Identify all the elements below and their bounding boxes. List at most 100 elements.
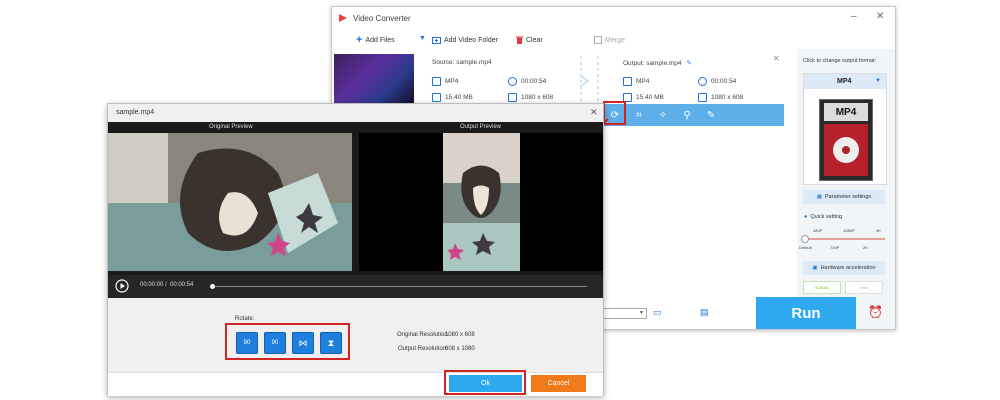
add-files-label: Add Files — [365, 36, 395, 44]
seek-handle[interactable] — [210, 284, 215, 289]
quality-top-4k: 4K — [876, 228, 881, 233]
output-folder-dropdown-icon: ▼ — [639, 310, 644, 316]
dropdown-arrow-icon[interactable]: ▼ — [419, 35, 426, 42]
nvidia-label: NVIDIA — [815, 285, 829, 290]
subtitle-tool-icon[interactable]: ✎ — [704, 108, 718, 122]
change-format-label: Click to change output format: — [803, 58, 877, 64]
output-duration-value: 00:00:54 — [711, 78, 737, 86]
ok-button-highlight — [444, 370, 526, 395]
parameter-settings-button[interactable]: ▦ Parameter settings — [803, 190, 885, 204]
quick-setting-label: Quick setting — [810, 214, 843, 220]
output-folder-dropdown[interactable]: ▼ — [603, 308, 647, 319]
watermark-tool-icon[interactable]: ⚲ — [680, 108, 694, 122]
film-reel-icon — [824, 124, 868, 176]
clock-icon — [698, 77, 707, 86]
player-controls: 00:00:00 / 00:00:54 — [108, 275, 603, 298]
quality-bottom-default: Default — [799, 245, 812, 250]
video-thumbnail — [334, 54, 414, 105]
clear-button[interactable]: Clear — [516, 36, 543, 44]
output-duration: 00:00:54 — [698, 77, 736, 86]
plus-icon: + — [356, 34, 363, 46]
source-resolution: 1080 x 608 — [508, 93, 553, 102]
chip-icon: ▣ — [812, 265, 818, 271]
source-format: MP4 — [432, 77, 458, 86]
output-size-value: 15.40 MB — [636, 94, 664, 102]
toolbar: + Add Files ▼ Add Video Folder Clear Mer… — [332, 31, 791, 49]
minimize-icon[interactable]: – — [851, 11, 857, 22]
source-size: 15.40 MB — [432, 93, 473, 102]
dialog-footer — [108, 372, 603, 396]
title-bar: Video Converter — [332, 7, 895, 29]
add-files-button[interactable]: + Add Files — [356, 34, 395, 46]
hardware-acceleration-button[interactable]: ▣ Hardware acceleration — [803, 261, 885, 275]
app-logo-icon — [339, 14, 347, 22]
folder-plus-icon — [432, 37, 441, 44]
format-dropdown-icon[interactable]: ▼ — [875, 78, 881, 84]
window-title: Video Converter — [353, 13, 411, 23]
edit-pencil-icon[interactable]: ✎ — [686, 60, 691, 67]
effects-tool-icon[interactable]: ✧ — [656, 108, 670, 122]
time-separator: / — [165, 282, 167, 288]
add-video-folder-button[interactable]: Add Video Folder — [432, 36, 498, 44]
mp4-tile-text: MP4 — [824, 103, 868, 121]
quality-top-1080p: 1080P — [843, 228, 855, 233]
output-preview-label: Output Preview — [460, 124, 502, 130]
format-icon — [623, 77, 632, 86]
file-size-icon — [432, 93, 441, 102]
hardware-acceleration-label: Hardware acceleration — [820, 265, 876, 271]
source-format-value: MP4 — [445, 78, 459, 86]
output-preview-panel — [359, 133, 603, 271]
dialog-title: sample.mp4 — [116, 109, 155, 116]
output-format: MP4 — [623, 77, 649, 86]
preview-area: Original Preview Output Preview 00:00:00… — [108, 122, 603, 298]
dialog-close-icon[interactable]: ✕ — [590, 107, 598, 118]
cancel-label: Cancel — [547, 380, 570, 387]
clock-icon — [508, 77, 517, 86]
time-total: 00:00:54 — [170, 282, 194, 288]
rotate-label: Rotate: — [235, 316, 255, 322]
output-folder-icon[interactable]: ▤ — [700, 307, 709, 318]
rotate-buttons-highlight — [225, 323, 350, 360]
merge-button[interactable]: Merge — [594, 36, 625, 44]
alarm-clock-icon[interactable]: ⏰ — [868, 305, 883, 319]
intel-badge[interactable]: Intel — [845, 281, 883, 294]
play-icon[interactable] — [115, 279, 129, 293]
source-duration-value: 00:00:54 — [521, 78, 547, 86]
output-resolution-value: 608 x 1080 — [445, 346, 475, 352]
seek-bar[interactable] — [212, 286, 587, 287]
format-icon — [432, 77, 441, 86]
convert-arrow-icon — [580, 56, 599, 106]
trash-icon — [516, 36, 523, 44]
rotate-dialog: sample.mp4 ✕ Original Preview Output Pre… — [107, 103, 604, 396]
original-preview-label: Original Preview — [209, 124, 253, 130]
original-resolution-value: 1080 x 608 — [445, 332, 475, 338]
run-button[interactable]: Run — [756, 297, 856, 329]
output-label-row: Output: sample.mp4 ✎ — [623, 59, 692, 67]
output-resolution-label: Output Resolution: — [398, 346, 448, 352]
quality-slider[interactable] — [803, 238, 885, 240]
add-video-folder-label: Add Video Folder — [444, 36, 498, 44]
quality-bottom-720p: 720P — [830, 245, 840, 250]
nvidia-badge[interactable]: NVIDIA — [803, 281, 841, 294]
format-selector[interactable]: MP4 ▼ MP4 — [803, 73, 887, 185]
remove-file-icon[interactable]: ✕ — [773, 54, 780, 63]
original-preview-video — [108, 133, 352, 271]
quality-slider-handle[interactable] — [801, 235, 809, 243]
close-icon[interactable]: ✕ — [876, 11, 884, 22]
clear-label: Clear — [526, 36, 543, 44]
output-resolution-value: 1080 x 608 — [711, 94, 744, 102]
quality-bottom-2k: 2K — [863, 245, 868, 250]
crop-tool-icon[interactable]: ⌗ — [632, 108, 646, 122]
resolution-icon — [508, 93, 517, 102]
file-row[interactable]: Source: sample.mp4 MP4 00:00:54 15.40 MB… — [332, 52, 784, 109]
parameter-settings-label: Parameter settings — [825, 194, 872, 200]
merge-icon — [594, 36, 602, 44]
output-size: 15.40 MB — [623, 93, 664, 102]
open-folder-icon[interactable]: ▭ — [653, 307, 662, 318]
output-resolution: 1080 x 608 — [698, 93, 743, 102]
quick-setting-icon: ● — [804, 214, 808, 220]
output-label: Output: sample.mp4 — [623, 60, 682, 67]
cancel-button[interactable]: Cancel — [531, 375, 586, 392]
resolution-icon — [698, 93, 707, 102]
source-resolution-value: 1080 x 608 — [521, 94, 554, 102]
